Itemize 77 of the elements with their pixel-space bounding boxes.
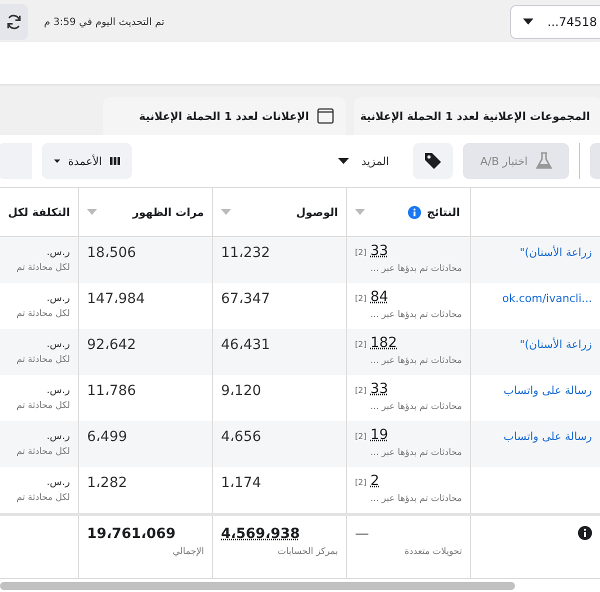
impressions-total: 19،761،069 xyxy=(87,526,176,542)
impressions-value: 92،642 xyxy=(87,337,136,353)
info-icon xyxy=(408,206,421,218)
results-total: — xyxy=(355,526,369,542)
impressions-total-caption: الإجمالي xyxy=(172,547,204,557)
column-header[interactable]: التكلفة لكل xyxy=(0,188,78,236)
reach-value: 46،431 xyxy=(221,337,270,353)
column-header[interactable]: الوصول xyxy=(212,188,346,236)
cost-caption: لكل محادثة تم xyxy=(16,401,70,411)
results-value: 19 xyxy=(370,427,388,443)
footnote-mark: [2] xyxy=(355,340,366,349)
results-value: 182 xyxy=(370,335,398,351)
results-value: 84 xyxy=(370,289,388,305)
columns-button[interactable]: الأعمدة xyxy=(42,143,132,179)
results-value: 2 xyxy=(370,473,380,489)
impressions-value: 1،282 xyxy=(87,475,128,491)
caret-icon xyxy=(338,158,350,164)
results-caption: محادثات تم بدؤها عبر ... xyxy=(369,310,462,320)
footnote-mark: [2] xyxy=(355,386,366,395)
reach-total-caption: بمركز الحسابات xyxy=(276,547,338,557)
reach-value: 9،120 xyxy=(221,383,262,399)
cost-value: ر.س. xyxy=(46,431,70,442)
impressions-value: 11،786 xyxy=(87,383,136,399)
sort-caret-icon xyxy=(221,209,231,215)
footnote-mark: [2] xyxy=(355,294,366,303)
impressions-value: 18،506 xyxy=(87,245,136,261)
results-caption: محادثات تم بدؤها عبر ... xyxy=(369,264,462,274)
tag-icon xyxy=(424,152,442,170)
results-caption: محادثات تم بدؤها عبر ... xyxy=(369,402,462,412)
cost-value: ر.س. xyxy=(46,385,70,396)
column-header[interactable]: مرات الظهور xyxy=(78,188,212,236)
ad-name-link[interactable]: ...ok.com/ivancli xyxy=(479,292,592,305)
flask-icon xyxy=(536,152,552,170)
reach-value: 1،174 xyxy=(221,475,262,491)
footnote-mark: [2] xyxy=(355,248,366,257)
impressions-value: 147،984 xyxy=(87,291,145,307)
ad-name-link[interactable]: زراعة الأسنان)" xyxy=(479,246,592,259)
results-caption: محادثات تم بدؤها عبر ... xyxy=(369,448,462,458)
footnote-mark: [2] xyxy=(355,478,366,487)
reach-total: 4،569،938 xyxy=(221,526,300,542)
cost-value: ر.س. xyxy=(46,477,70,488)
account-dropdown[interactable]: ...74518 xyxy=(510,5,600,39)
results-value: 33 xyxy=(370,243,388,259)
results-value: 33 xyxy=(370,381,388,397)
cost-caption: لكل محادثة تم xyxy=(16,309,70,319)
results-caption: محادثات تم بدؤها عبر ... xyxy=(369,356,462,366)
sort-caret-icon xyxy=(87,209,97,215)
cost-value: ر.س. xyxy=(46,293,70,304)
cost-caption: لكل محادثة تم xyxy=(16,493,70,503)
reach-value: 67،347 xyxy=(221,291,270,307)
tag-button[interactable] xyxy=(413,143,453,179)
impressions-value: 6،499 xyxy=(87,429,128,445)
cost-caption: لكل محادثة تم xyxy=(16,355,70,365)
refresh-button[interactable] xyxy=(0,4,28,40)
ad-name-link[interactable]: رسالة على واتساب xyxy=(479,430,592,443)
caret-icon xyxy=(523,18,534,26)
results-caption: محادثات تم بدؤها عبر ... xyxy=(369,494,462,504)
more-dropdown[interactable]: المزيد xyxy=(330,154,397,168)
cost-value: ر.س. xyxy=(46,339,70,350)
caret-icon xyxy=(54,158,60,164)
sort-caret-icon xyxy=(355,209,365,215)
refresh-icon xyxy=(5,13,23,31)
columns-icon xyxy=(110,154,120,168)
column-header[interactable]: النتائج xyxy=(346,188,470,236)
info-icon xyxy=(578,526,592,540)
reach-value: 11،232 xyxy=(221,245,270,261)
last-updated-text: تم التحديث اليوم في 3:59 م xyxy=(44,16,164,28)
reach-value: 4،656 xyxy=(221,429,262,445)
window-icon xyxy=(317,108,334,124)
cost-caption: لكل محادثة تم xyxy=(16,263,70,273)
ad-name-link[interactable]: زراعة الأسنان)" xyxy=(479,338,592,351)
cost-value: ر.س. xyxy=(46,247,70,258)
results-total-caption: تحويلات متعددة xyxy=(404,547,462,557)
footnote-mark: [2] xyxy=(355,432,366,441)
cost-caption: لكل محادثة تم xyxy=(16,447,70,457)
scrollbar-thumb[interactable] xyxy=(0,582,515,590)
ad-name-link[interactable]: رسالة على واتساب xyxy=(479,384,592,397)
